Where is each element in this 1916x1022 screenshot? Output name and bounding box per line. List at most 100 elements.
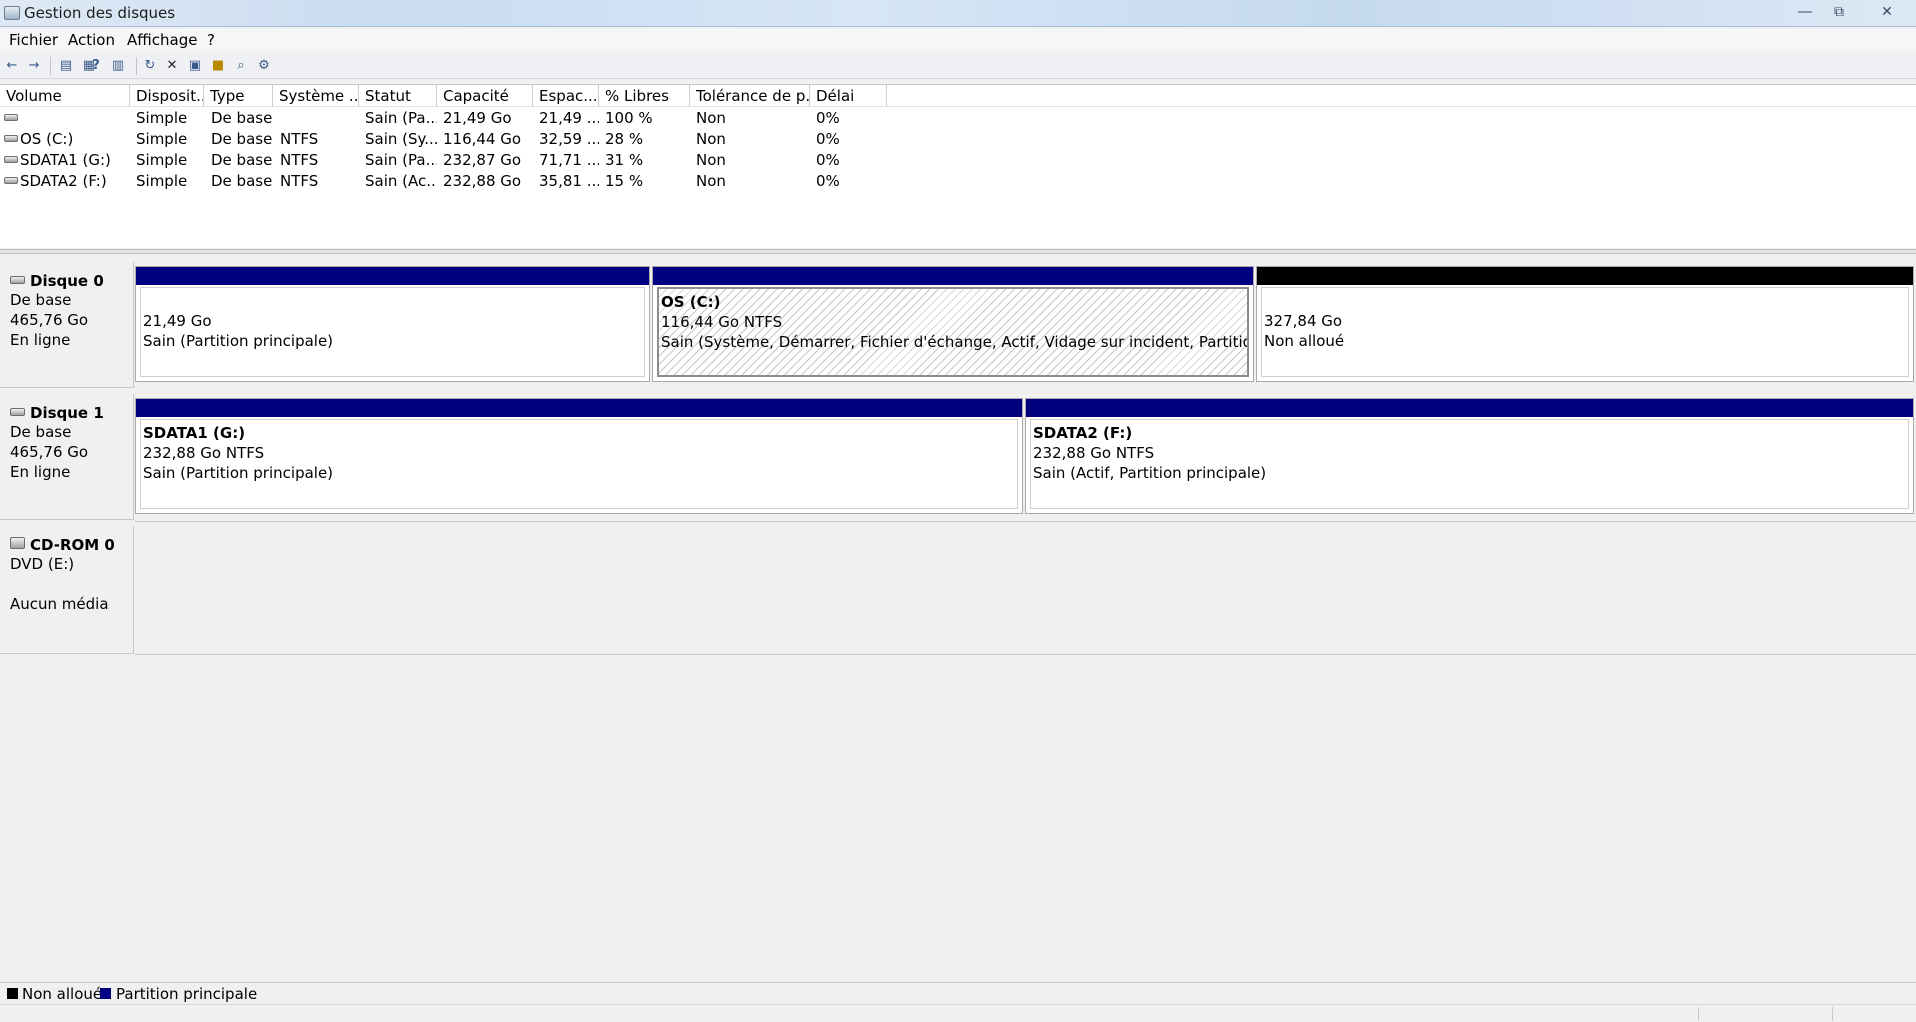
- partition-bar: [653, 267, 1253, 285]
- volume-list-header: Volume Disposit... Type Système ... Stat…: [0, 85, 1916, 107]
- partition-body: SDATA1 (G:) 232,88 Go NTFS Sain (Partiti…: [140, 419, 1018, 509]
- hard-disk-icon: [10, 408, 25, 416]
- partition-title: OS (C:): [661, 293, 721, 311]
- volume-overhead: 0%: [816, 130, 840, 148]
- volume-free: 21,49 ...: [539, 109, 599, 127]
- window-title: Gestion des disques: [24, 4, 176, 22]
- legend-label-primary: Partition principale: [116, 985, 258, 1003]
- partition-title: SDATA1 (G:): [143, 424, 246, 442]
- disk-0-label[interactable]: Disque 0 De base 465,76 Go En ligne: [0, 262, 134, 388]
- volume-layout: Simple: [136, 130, 188, 148]
- hard-disk-icon: [10, 276, 25, 284]
- refresh-icon[interactable]: ↻: [141, 57, 159, 74]
- volume-fs: [274, 108, 359, 129]
- disk-1-label[interactable]: Disque 1 De base 465,76 Go En ligne: [0, 394, 134, 520]
- status-bar-cell: [1832, 1007, 1833, 1021]
- volume-pct-free: 28 %: [605, 130, 644, 148]
- partition-os-c[interactable]: OS (C:) 116,44 Go NTFS Sain (Système, Dé…: [652, 266, 1254, 382]
- partition-title: [143, 291, 644, 311]
- open-folder-icon[interactable]: ■: [209, 57, 227, 74]
- partition-bar: [136, 399, 1022, 417]
- volume-free: 32,59 ...: [539, 130, 599, 148]
- volume-type: De base: [211, 151, 273, 169]
- toolbar: ← → ▤ ▦ ▥ ? ↻ ✕ ▣ ■ ⌕ ⚙: [0, 53, 1916, 79]
- status-bar: [0, 1004, 1916, 1022]
- forward-arrow-icon[interactable]: →: [25, 57, 43, 74]
- partition-bar: [1026, 399, 1913, 417]
- col-free-space[interactable]: Espac...: [533, 85, 599, 107]
- col-volume[interactable]: Volume: [0, 85, 130, 107]
- minimize-button[interactable]: ―: [1788, 2, 1822, 22]
- volume-layout: Simple: [136, 172, 188, 190]
- col-layout[interactable]: Disposit...: [130, 85, 204, 107]
- search-icon[interactable]: ⌕: [232, 57, 250, 74]
- volume-layout: Simple: [136, 151, 188, 169]
- partition-sdata2-f[interactable]: SDATA2 (F:) 232,88 Go NTFS Sain (Actif, …: [1025, 398, 1914, 514]
- partition-unallocated[interactable]: 327,84 Go Non alloué: [1256, 266, 1914, 382]
- menu-action[interactable]: Action: [68, 31, 115, 49]
- volume-overhead: 0%: [816, 109, 840, 127]
- disk-graphical-view: Disque 0 De base 465,76 Go En ligne 21,4…: [0, 256, 1916, 979]
- volume-free: 35,81 ...: [539, 172, 599, 190]
- col-type[interactable]: Type: [204, 85, 273, 107]
- col-percent-free[interactable]: % Libres: [599, 85, 690, 107]
- pane-splitter[interactable]: [0, 249, 1916, 254]
- properties-list-icon[interactable]: ▥: [109, 57, 127, 74]
- restore-button[interactable]: ⧉: [1822, 2, 1856, 22]
- delete-icon[interactable]: ✕: [163, 57, 181, 74]
- menu-fichier[interactable]: Fichier: [9, 31, 58, 49]
- cdrom-blank: [10, 574, 133, 594]
- volume-overhead: 0%: [816, 151, 840, 169]
- col-capacity[interactable]: Capacité: [437, 85, 533, 107]
- legend-swatch-primary: [100, 988, 111, 999]
- disk-0-size: 465,76 Go: [10, 311, 89, 329]
- partition-disk0-primary[interactable]: 21,49 Go Sain (Partition principale): [135, 266, 650, 382]
- volume-pct-free: 100 %: [605, 109, 653, 127]
- volume-fault-tolerance: Non: [696, 172, 726, 190]
- cdrom-0-panel[interactable]: [135, 521, 1916, 655]
- up-list-icon[interactable]: ▤: [57, 57, 75, 74]
- back-arrow-icon[interactable]: ←: [3, 57, 21, 74]
- menu-help[interactable]: ?: [207, 31, 215, 49]
- disk-0-kind: De base: [10, 291, 72, 309]
- volume-name: SDATA1 (G:): [20, 151, 111, 169]
- disk-1-state: En ligne: [10, 463, 71, 481]
- partition-size: 116,44 Go NTFS: [661, 313, 783, 331]
- volume-row[interactable]: SDATA1 (G:) Simple De base NTFS Sain (Pa…: [0, 150, 900, 171]
- settings-icon[interactable]: ⚙: [255, 57, 273, 74]
- volume-pct-free: 15 %: [605, 172, 644, 190]
- volume-status: Sain (Pa...: [365, 109, 437, 127]
- partition-size: 232,88 Go NTFS: [143, 444, 265, 462]
- disk-1-kind: De base: [10, 423, 72, 441]
- volume-status: Sain (Pa...: [365, 151, 437, 169]
- volume-row[interactable]: SDATA2 (F:) Simple De base NTFS Sain (Ac…: [0, 171, 900, 192]
- properties-icon[interactable]: ▣: [186, 57, 204, 74]
- volume-status: Sain (Sy...: [365, 130, 437, 148]
- cdrom-media: Aucun média: [10, 595, 109, 613]
- cdrom-0-label[interactable]: CD-ROM 0 DVD (E:) Aucun média: [0, 526, 134, 654]
- volume-fs: NTFS: [280, 172, 319, 190]
- toolbar-separator: [50, 57, 51, 75]
- close-button[interactable]: ✕: [1870, 2, 1904, 22]
- legend-label-unallocated: Non alloué: [22, 985, 103, 1003]
- partition-body: 327,84 Go Non alloué: [1261, 287, 1909, 377]
- volume-row[interactable]: Simple De base Sain (Pa... 21,49 Go 21,4…: [0, 108, 900, 129]
- partition-body: SDATA2 (F:) 232,88 Go NTFS Sain (Actif, …: [1030, 419, 1909, 509]
- help-icon[interactable]: ?: [87, 57, 105, 74]
- col-filesystem[interactable]: Système ...: [273, 85, 359, 107]
- col-status[interactable]: Statut: [359, 85, 437, 107]
- col-overhead[interactable]: Délai: [810, 85, 887, 107]
- partition-status: Sain (Actif, Partition principale): [1033, 464, 1267, 482]
- partition-sdata1-g[interactable]: SDATA1 (G:) 232,88 Go NTFS Sain (Partiti…: [135, 398, 1023, 514]
- volume-fs: NTFS: [280, 151, 319, 169]
- menu-affichage[interactable]: Affichage: [127, 31, 197, 49]
- volume-capacity: 116,44 Go: [443, 130, 522, 148]
- volume-row[interactable]: OS (C:) Simple De base NTFS Sain (Sy... …: [0, 129, 900, 150]
- volume-capacity: 21,49 Go: [443, 109, 512, 127]
- title-bar: Gestion des disques ― ⧉ ✕: [0, 0, 1916, 27]
- disk-0-name: Disque 0: [30, 272, 104, 290]
- volume-type: De base: [211, 172, 273, 190]
- col-fault-tolerance[interactable]: Tolérance de p...: [690, 85, 810, 107]
- partition-bar: [1257, 267, 1913, 285]
- partition-size: 232,88 Go NTFS: [1033, 444, 1155, 462]
